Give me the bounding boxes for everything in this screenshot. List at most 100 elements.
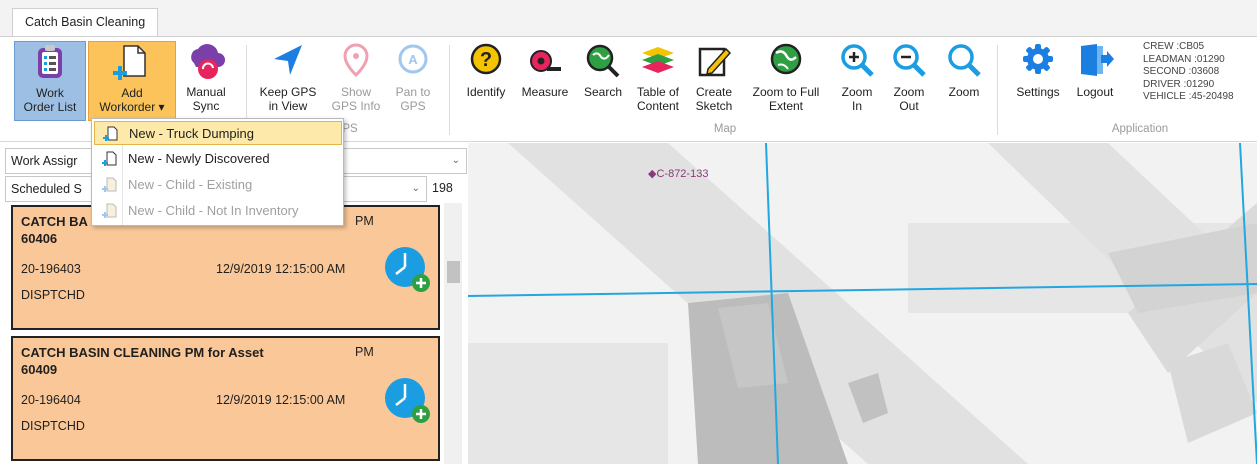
menu-item-truck-dumping[interactable]: New - Truck Dumping	[94, 121, 342, 145]
clock-add-icon	[385, 378, 430, 423]
card-datetime: 12/9/2019 12:15:00 AM	[216, 262, 346, 276]
keep-gps-in-view-button[interactable]: Keep GPS in View	[252, 41, 324, 121]
card-pm-tag: PM	[355, 214, 374, 228]
application-group-label: Application	[1111, 123, 1169, 135]
group-separator	[997, 45, 998, 135]
new-document-icon	[102, 151, 117, 166]
card-pm-tag: PM	[355, 345, 374, 359]
zoom-button[interactable]: Zoom	[940, 41, 988, 121]
work-order-list-label1: Work	[36, 86, 64, 100]
layers-icon	[642, 47, 674, 73]
tape-measure-icon	[530, 50, 561, 72]
crew-line: CREW :CB05	[1143, 41, 1205, 52]
toc-label1: Table of	[636, 85, 680, 99]
map-view[interactable]: ◆C-872-133	[468, 143, 1257, 464]
show-gps-label2: GPS Info	[331, 99, 381, 113]
table-of-content-button[interactable]: Table of Content	[630, 41, 686, 121]
logout-button[interactable]: Logout	[1070, 41, 1120, 121]
zoom-full-label2: Extent	[768, 99, 804, 113]
card-status: DISPTCHD	[21, 419, 85, 433]
create-sketch-label1: Create	[695, 85, 733, 99]
menu-item-label: New - Truck Dumping	[129, 126, 254, 141]
svg-text:A: A	[408, 52, 418, 67]
card-asset-id: 60409	[21, 362, 58, 377]
asset-marker[interactable]: ◆C-872-133	[648, 167, 708, 180]
menu-item-label: New - Newly Discovered	[128, 151, 270, 166]
leadman-line: LEADMAN :01290	[1143, 53, 1225, 65]
record-count: 198	[432, 181, 453, 195]
road-shape	[468, 343, 668, 464]
chevron-down-icon: ⌄	[451, 155, 460, 166]
menu-item-newly-discovered[interactable]: New - Newly Discovered	[94, 147, 342, 171]
card-asset-id: 60406	[21, 231, 58, 246]
pan-gps-label1: Pan to	[395, 85, 431, 99]
clipboard-icon	[38, 45, 62, 78]
card-wo-number: 20-196404	[21, 393, 81, 407]
toc-label2: Content	[636, 99, 680, 113]
asset-label: C-872-133	[656, 168, 709, 180]
work-order-card[interactable]: CATCH BASIN CLEANING PM for Asset 60409 …	[11, 336, 440, 461]
menu-item-child-not-in-inventory[interactable]: New - Child - Not In Inventory	[94, 199, 342, 223]
card-wo-number: 20-196403	[21, 262, 81, 276]
crew-info: CREW :CB05 LEADMAN :01290 SECOND :03608 …	[1143, 41, 1234, 104]
work-assignment-value: Work Assigr	[11, 154, 78, 168]
menu-item-label: New - Child - Existing	[128, 177, 253, 192]
zoom-in-button[interactable]: Zoom In	[834, 41, 880, 121]
work-order-list-label2: Order List	[23, 100, 77, 114]
vehicle-line: VEHICLE :45-20498	[1143, 91, 1234, 102]
zoom-to-full-extent-button[interactable]: Zoom to Full Extent	[742, 41, 830, 121]
manual-sync-label2: Sync	[192, 99, 220, 113]
zoom-out-button[interactable]: Zoom Out	[886, 41, 932, 121]
globe-icon	[770, 43, 802, 75]
second-line: SECOND :03608	[1143, 66, 1220, 77]
question-icon: ?	[470, 43, 502, 75]
identify-label: Identify	[466, 85, 506, 99]
map-group-label: Map	[713, 123, 737, 135]
search-button[interactable]: Search	[578, 41, 628, 121]
chevron-down-icon: ⌄	[411, 183, 420, 194]
add-workorder-menu: New - Truck Dumping New - Newly Discover…	[91, 118, 344, 226]
keep-gps-label1: Keep GPS	[259, 85, 317, 99]
group-separator	[449, 45, 450, 135]
new-document-icon	[102, 203, 117, 218]
zoom-out-label2: Out	[899, 99, 919, 113]
search-label: Search	[583, 85, 623, 99]
list-scrollbar[interactable]	[444, 203, 462, 464]
measure-button[interactable]: Measure	[515, 41, 575, 121]
work-order-list-button[interactable]: Work Order List	[14, 41, 86, 121]
keep-gps-label2: in View	[268, 99, 308, 113]
card-datetime: 12/9/2019 12:15:00 AM	[216, 393, 346, 407]
new-document-icon	[103, 126, 118, 141]
navigation-arrow-icon	[274, 45, 302, 75]
clock-add-icon	[385, 247, 430, 292]
new-document-icon	[102, 177, 117, 192]
identify-button[interactable]: ? Identify	[459, 41, 513, 121]
driver-line: DRIVER :01290	[1143, 78, 1215, 90]
zoom-in-icon	[841, 44, 874, 77]
menu-item-child-existing[interactable]: New - Child - Existing	[94, 173, 342, 197]
show-gps-info-button[interactable]: Show GPS Info	[328, 41, 384, 121]
map-canvas	[468, 143, 1257, 464]
settings-label: Settings	[1016, 85, 1060, 99]
pan-to-gps-button[interactable]: A Pan to GPS	[388, 41, 438, 121]
globe-search-icon	[586, 44, 620, 78]
zoom-out-label1: Zoom	[893, 85, 925, 99]
tab-strip: Catch Basin Cleaning	[0, 0, 1257, 37]
tab-catch-basin-cleaning[interactable]: Catch Basin Cleaning	[12, 8, 159, 37]
card-status: DISPTCHD	[21, 288, 85, 302]
zoom-label: Zoom	[948, 85, 980, 99]
settings-button[interactable]: Settings	[1008, 41, 1068, 121]
add-workorder-label1: Add	[121, 86, 143, 100]
sketch-pencil-icon	[698, 47, 732, 77]
manual-sync-button[interactable]: Manual Sync	[178, 41, 234, 121]
gear-icon	[1023, 44, 1053, 74]
measure-label: Measure	[521, 85, 569, 99]
create-sketch-button[interactable]: Create Sketch	[688, 41, 740, 121]
manual-sync-label1: Manual	[186, 85, 226, 99]
zoom-full-label1: Zoom to Full	[752, 85, 820, 99]
cloud-sync-icon	[191, 44, 225, 79]
logout-label: Logout	[1076, 85, 1114, 99]
add-workorder-button[interactable]: Add Workorder ▾	[88, 41, 176, 121]
scrollbar-thumb[interactable]	[447, 261, 460, 283]
add-workorder-label2: Workorder ▾	[99, 100, 165, 114]
